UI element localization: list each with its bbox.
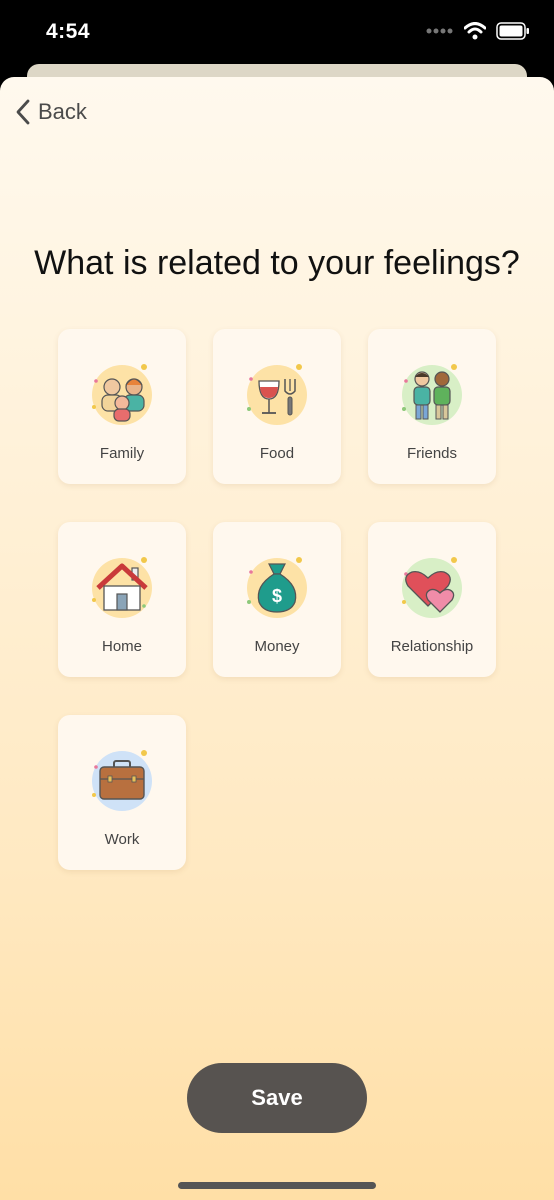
category-card-home[interactable]: Home [58, 522, 186, 677]
home-icon [84, 550, 160, 626]
category-label: Home [101, 638, 142, 655]
battery-icon [496, 22, 529, 40]
food-icon [239, 357, 315, 433]
category-card-family[interactable]: Family [58, 329, 186, 484]
save-button[interactable]: Save [187, 1063, 367, 1133]
category-card-food[interactable]: Food [213, 329, 341, 484]
family-icon [84, 357, 160, 433]
modal-sheet: Back What is related to your feelings? F… [0, 77, 554, 1200]
wifi-icon [464, 22, 486, 40]
back-button[interactable]: Back [16, 99, 87, 125]
category-label: Money [254, 638, 300, 655]
category-label: Family [99, 445, 145, 462]
page-title: What is related to your feelings? [34, 244, 520, 282]
svg-text:$: $ [272, 586, 282, 606]
money-icon: $ [239, 550, 315, 626]
category-card-money[interactable]: $ Money [213, 522, 341, 677]
chevron-left-icon [16, 99, 30, 125]
status-icons [426, 22, 530, 40]
status-time: 4:54 [46, 20, 91, 43]
back-label: Back [38, 99, 87, 124]
category-label: Food [259, 445, 295, 462]
category-card-relationship[interactable]: Relationship [368, 522, 496, 677]
home-indicator [178, 1182, 376, 1189]
category-label: Friends [406, 445, 458, 462]
status-bar: 4:54 [0, 0, 554, 64]
friends-icon [394, 357, 470, 433]
category-card-work[interactable]: Work [58, 715, 186, 870]
cellular-signal-icon [426, 28, 453, 34]
category-label: Relationship [390, 638, 474, 655]
work-icon [84, 743, 160, 819]
category-label: Work [104, 831, 140, 848]
category-card-friends[interactable]: Friends [368, 329, 496, 484]
relationship-icon [394, 550, 470, 626]
